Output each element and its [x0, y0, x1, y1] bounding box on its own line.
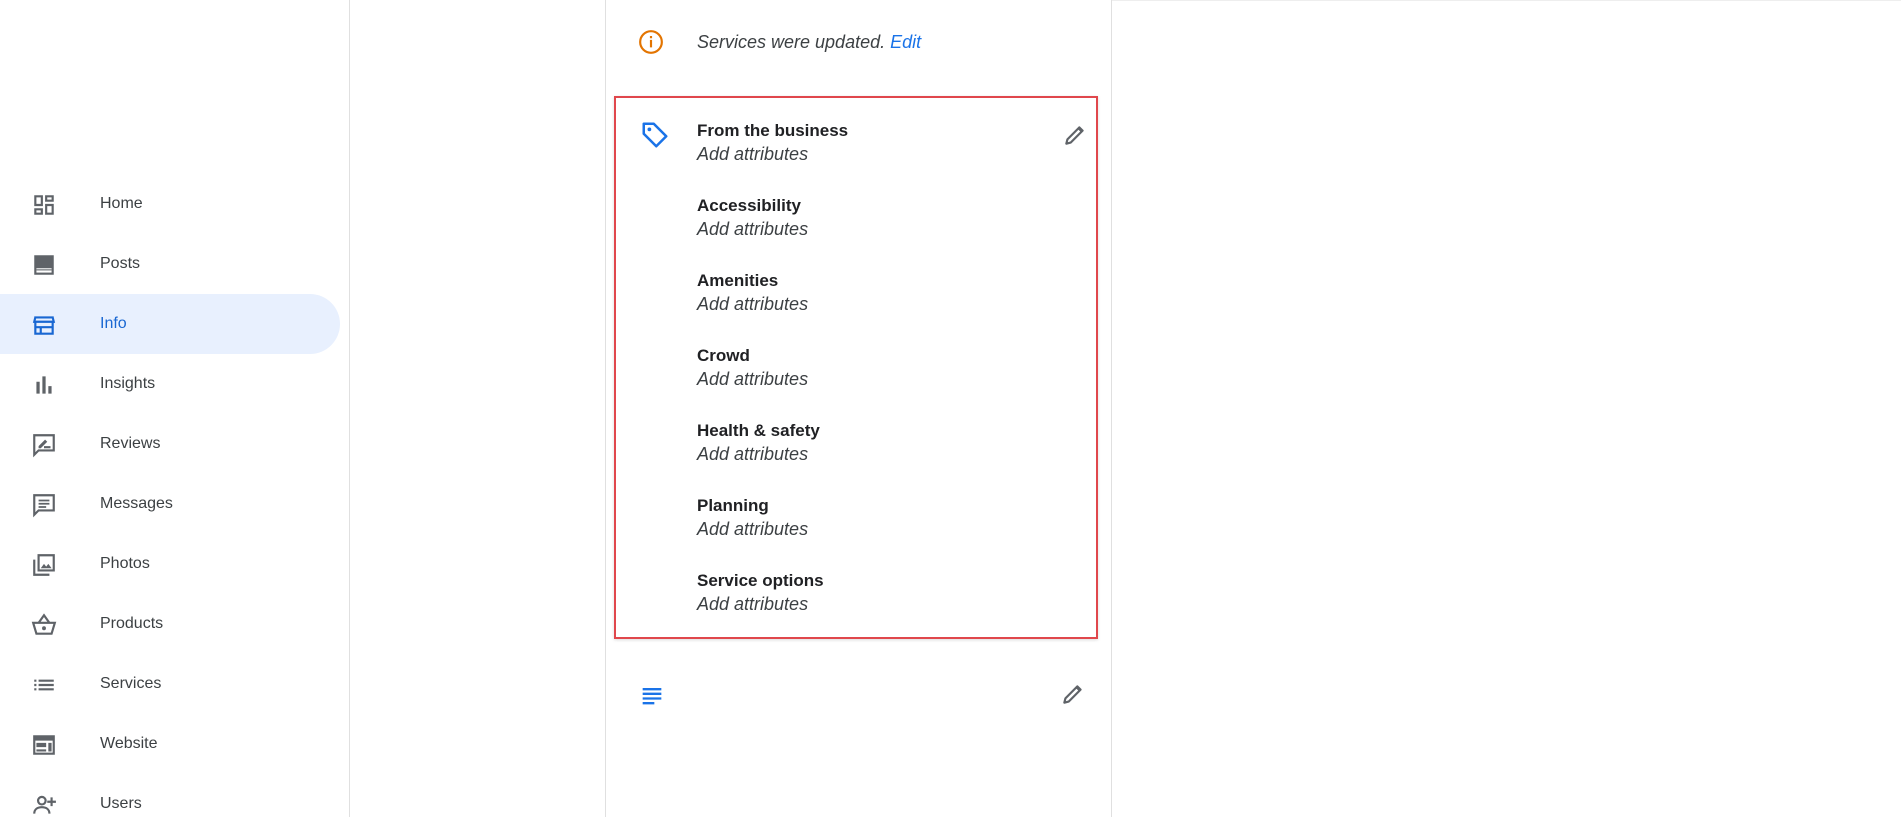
- sidebar-item-messages[interactable]: Messages: [0, 474, 340, 534]
- attribute-value: Add attributes: [697, 144, 809, 164]
- attribute-item[interactable]: Accessibility Add attributes: [697, 195, 1057, 241]
- sidebar-item-home[interactable]: Home: [0, 174, 340, 234]
- attribute-value: Add attributes: [697, 369, 809, 389]
- sidebar-item-info[interactable]: Info: [0, 294, 340, 354]
- edit-link[interactable]: Edit: [890, 32, 921, 52]
- attribute-item[interactable]: Planning Add attributes: [697, 495, 1057, 541]
- sidebar-item-label: Messages: [100, 495, 173, 512]
- sidebar-item-users[interactable]: Users: [0, 774, 340, 834]
- sidebar-item-label: Insights: [100, 375, 156, 392]
- attribute-item[interactable]: Amenities Add attributes: [697, 270, 1057, 316]
- sidebar-item-reviews[interactable]: Reviews: [0, 414, 340, 474]
- attribute-title: Planning: [697, 496, 769, 515]
- sidebar-item-label: Website: [100, 735, 158, 752]
- sidebar-item-label: Services: [100, 675, 162, 692]
- sidebar-item-label: Users: [100, 795, 142, 812]
- info-panel: Services were updated. Edit From the bus…: [605, 0, 1112, 817]
- pencil-icon: [1063, 685, 1082, 704]
- sidebar-item-label: Reviews: [100, 435, 161, 452]
- web-icon: [31, 732, 57, 758]
- sidebar-item-photos[interactable]: Photos: [0, 534, 340, 594]
- message-icon: [31, 492, 57, 518]
- attribute-value: Add attributes: [697, 294, 809, 314]
- person-add-icon: [31, 792, 57, 818]
- attribute-value: Add attributes: [697, 444, 809, 464]
- attribute-value: Add attributes: [697, 219, 809, 239]
- notice-message: Services were updated.: [697, 32, 886, 52]
- attribute-value: Add attributes: [697, 519, 809, 539]
- sidebar-item-services[interactable]: Services: [0, 654, 340, 714]
- attribute-title: Accessibility: [697, 196, 801, 215]
- attribute-title: Service options: [697, 571, 824, 590]
- sidebar-item-posts[interactable]: Posts: [0, 234, 340, 294]
- update-notice: Services were updated. Edit: [606, 26, 1111, 58]
- description-row: [606, 676, 1111, 716]
- attribute-value: Add attributes: [697, 594, 809, 614]
- attribute-item[interactable]: Health & safety Add attributes: [697, 420, 1057, 466]
- storefront-icon: [31, 312, 57, 338]
- update-notice-text: Services were updated. Edit: [697, 32, 921, 53]
- sidebar-nav: Home Posts Info Insights Reviews Message…: [0, 0, 350, 817]
- divider: [1112, 0, 1901, 1]
- tag-icon: [640, 120, 670, 150]
- dashboard-icon: [31, 192, 57, 218]
- bar-chart-icon: [31, 372, 57, 398]
- sidebar-item-products[interactable]: Products: [0, 594, 340, 654]
- attribute-item[interactable]: From the business Add attributes: [697, 120, 1057, 166]
- attribute-title: From the business: [697, 121, 849, 140]
- photo-library-icon: [31, 552, 57, 578]
- sidebar-item-label: Products: [100, 615, 164, 632]
- attribute-item[interactable]: Service options Add attributes: [697, 570, 1057, 616]
- sidebar-item-label: Home: [100, 195, 143, 212]
- sidebar-item-label: Info: [100, 315, 127, 332]
- sidebar-item-label: Posts: [100, 255, 141, 272]
- posts-icon: [31, 252, 57, 278]
- attribute-item[interactable]: Crowd Add attributes: [697, 345, 1057, 391]
- list-icon: [31, 672, 57, 698]
- attribute-title: Crowd: [697, 346, 750, 365]
- sidebar-item-label: Photos: [100, 555, 150, 572]
- sidebar-item-website[interactable]: Website: [0, 714, 340, 774]
- attribute-title: Health & safety: [697, 421, 820, 440]
- sidebar-item-insights[interactable]: Insights: [0, 354, 340, 414]
- rate-review-icon: [31, 432, 57, 458]
- basket-icon: [31, 612, 57, 638]
- attribute-title: Amenities: [697, 271, 779, 290]
- pencil-icon: [1065, 126, 1084, 145]
- attributes-section: From the business Add attributes Accessi…: [614, 96, 1098, 639]
- edit-attributes-button[interactable]: [1062, 122, 1088, 148]
- edit-description-button[interactable]: [1060, 681, 1086, 707]
- subject-icon: [638, 681, 666, 709]
- info-icon: [638, 29, 664, 55]
